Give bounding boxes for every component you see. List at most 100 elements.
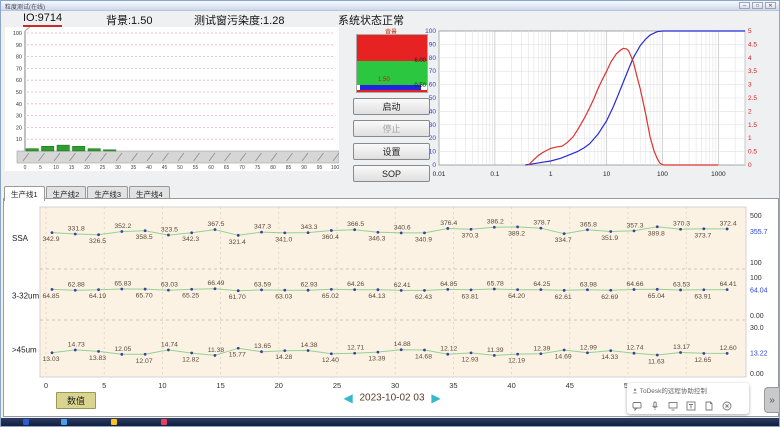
svg-text:10: 10	[429, 149, 437, 156]
svg-text:100: 100	[750, 275, 762, 282]
svg-text:355.7: 355.7	[750, 229, 768, 236]
svg-text:62.43: 62.43	[415, 294, 432, 301]
mic-icon[interactable]	[650, 398, 660, 416]
chat-icon[interactable]	[632, 398, 642, 416]
svg-text:64.26: 64.26	[347, 281, 364, 288]
svg-text:20: 20	[429, 135, 437, 142]
prev-date-arrow[interactable]: ◀	[339, 391, 356, 405]
file-transfer-icon[interactable]	[704, 398, 714, 416]
sop-button[interactable]: SOP	[353, 165, 430, 182]
svg-text:370.3: 370.3	[462, 233, 479, 240]
close-button[interactable]: ✕	[765, 2, 776, 9]
close-icon[interactable]	[722, 398, 732, 416]
stop-button[interactable]: 停止	[353, 120, 430, 137]
taskbar-app-icon[interactable]	[111, 419, 117, 425]
next-date-arrow[interactable]: ▶	[427, 391, 444, 405]
svg-text:351.9: 351.9	[601, 235, 618, 242]
svg-text:0: 0	[748, 162, 752, 169]
svg-text:5: 5	[748, 28, 752, 35]
title-bar: 粒度测试(在线) ─ □ ✕	[1, 1, 779, 11]
collapse-toolbar-tab[interactable]: »	[764, 387, 779, 413]
gauge-high-zone	[357, 35, 427, 61]
svg-text:63.81: 63.81	[462, 293, 479, 300]
svg-text:>45um: >45um	[12, 346, 37, 355]
svg-text:62.93: 62.93	[301, 282, 318, 289]
svg-text:340.6: 340.6	[394, 224, 411, 231]
svg-text:65.83: 65.83	[114, 281, 131, 288]
maximize-button[interactable]: □	[752, 2, 763, 9]
svg-text:10: 10	[158, 381, 166, 390]
svg-text:80: 80	[429, 55, 437, 62]
svg-text:62.61: 62.61	[555, 294, 572, 301]
svg-text:60: 60	[208, 165, 214, 171]
svg-text:100: 100	[750, 260, 762, 267]
svg-text:64.20: 64.20	[508, 293, 525, 300]
system-status-label: 系统状态正常	[338, 12, 404, 28]
gauge-low-threshold: 0.50	[414, 83, 426, 89]
size-distribution-chart: 010203040506070809010000.511.522.533.544…	[421, 23, 777, 191]
svg-text:2: 2	[748, 108, 752, 115]
svg-text:40: 40	[429, 108, 437, 115]
svg-text:60: 60	[429, 82, 437, 89]
settings-button[interactable]: 设置	[353, 143, 430, 160]
svg-text:63.59: 63.59	[254, 281, 271, 288]
svg-text:65.04: 65.04	[648, 293, 665, 300]
svg-text:64.85: 64.85	[440, 281, 457, 288]
svg-text:0: 0	[44, 381, 48, 390]
svg-text:65: 65	[224, 165, 230, 171]
start-button[interactable]: 启动	[353, 98, 430, 115]
svg-text:62.69: 62.69	[601, 294, 618, 301]
svg-text:334.7: 334.7	[555, 237, 572, 244]
svg-text:12.05: 12.05	[114, 346, 131, 353]
svg-text:63.03: 63.03	[161, 282, 178, 289]
svg-text:65.25: 65.25	[182, 293, 199, 300]
realtime-histogram-3d-chart: 1020304050607080901000051015202530354045…	[5, 27, 339, 171]
svg-text:50: 50	[16, 90, 22, 96]
svg-text:63.98: 63.98	[580, 281, 597, 288]
svg-text:64.13: 64.13	[368, 293, 385, 300]
svg-text:30.0: 30.0	[750, 325, 764, 332]
svg-text:321.4: 321.4	[229, 239, 246, 246]
svg-text:80: 80	[270, 165, 276, 171]
screen-share-icon[interactable]	[668, 398, 678, 416]
svg-text:100: 100	[657, 171, 668, 178]
window-title: 粒度测试(在线)	[5, 2, 45, 11]
remote-assist-toolbar: ToDesk的远程协助控制	[627, 383, 749, 414]
svg-text:62.88: 62.88	[68, 282, 85, 289]
svg-text:342.9: 342.9	[42, 236, 59, 243]
taskbar-app-icon[interactable]	[161, 419, 167, 425]
tab-production-line-1[interactable]: 生产线1	[4, 186, 45, 201]
svg-text:95: 95	[317, 165, 323, 171]
taskbar-app-icon[interactable]	[61, 419, 67, 425]
svg-text:365.8: 365.8	[580, 221, 597, 228]
svg-text:25: 25	[100, 165, 106, 171]
svg-text:14.68: 14.68	[415, 354, 432, 361]
svg-text:11.63: 11.63	[648, 359, 665, 366]
svg-text:5: 5	[102, 381, 106, 390]
svg-text:15: 15	[69, 165, 75, 171]
svg-text:63.53: 63.53	[673, 281, 690, 288]
svg-text:12.93: 12.93	[462, 356, 479, 363]
background-gauge: 6.00 1.50 0.50	[356, 34, 428, 93]
annotate-icon[interactable]	[686, 398, 696, 416]
svg-text:10: 10	[53, 165, 59, 171]
svg-text:70: 70	[239, 165, 245, 171]
svg-text:15: 15	[216, 381, 224, 390]
svg-text:66.49: 66.49	[207, 280, 224, 287]
taskbar-app-icon[interactable]	[23, 419, 29, 425]
svg-text:373.7: 373.7	[694, 232, 711, 239]
svg-text:90: 90	[301, 165, 307, 171]
svg-text:4.5: 4.5	[748, 41, 757, 48]
svg-text:12.60: 12.60	[720, 345, 737, 352]
minimize-button[interactable]: ─	[739, 2, 750, 9]
taskbar	[1, 418, 780, 426]
production-trend-chart: 05101520253035404550SSA500100355.7342.93…	[4, 199, 778, 391]
svg-text:14.33: 14.33	[601, 354, 618, 361]
svg-text:340.9: 340.9	[415, 236, 432, 243]
gauge-bottom-strip	[357, 90, 427, 92]
svg-text:12.39: 12.39	[533, 345, 550, 352]
svg-text:65.78: 65.78	[487, 281, 504, 288]
svg-text:50: 50	[429, 95, 437, 102]
svg-text:0.01: 0.01	[433, 171, 446, 178]
svg-text:13.17: 13.17	[673, 344, 690, 351]
